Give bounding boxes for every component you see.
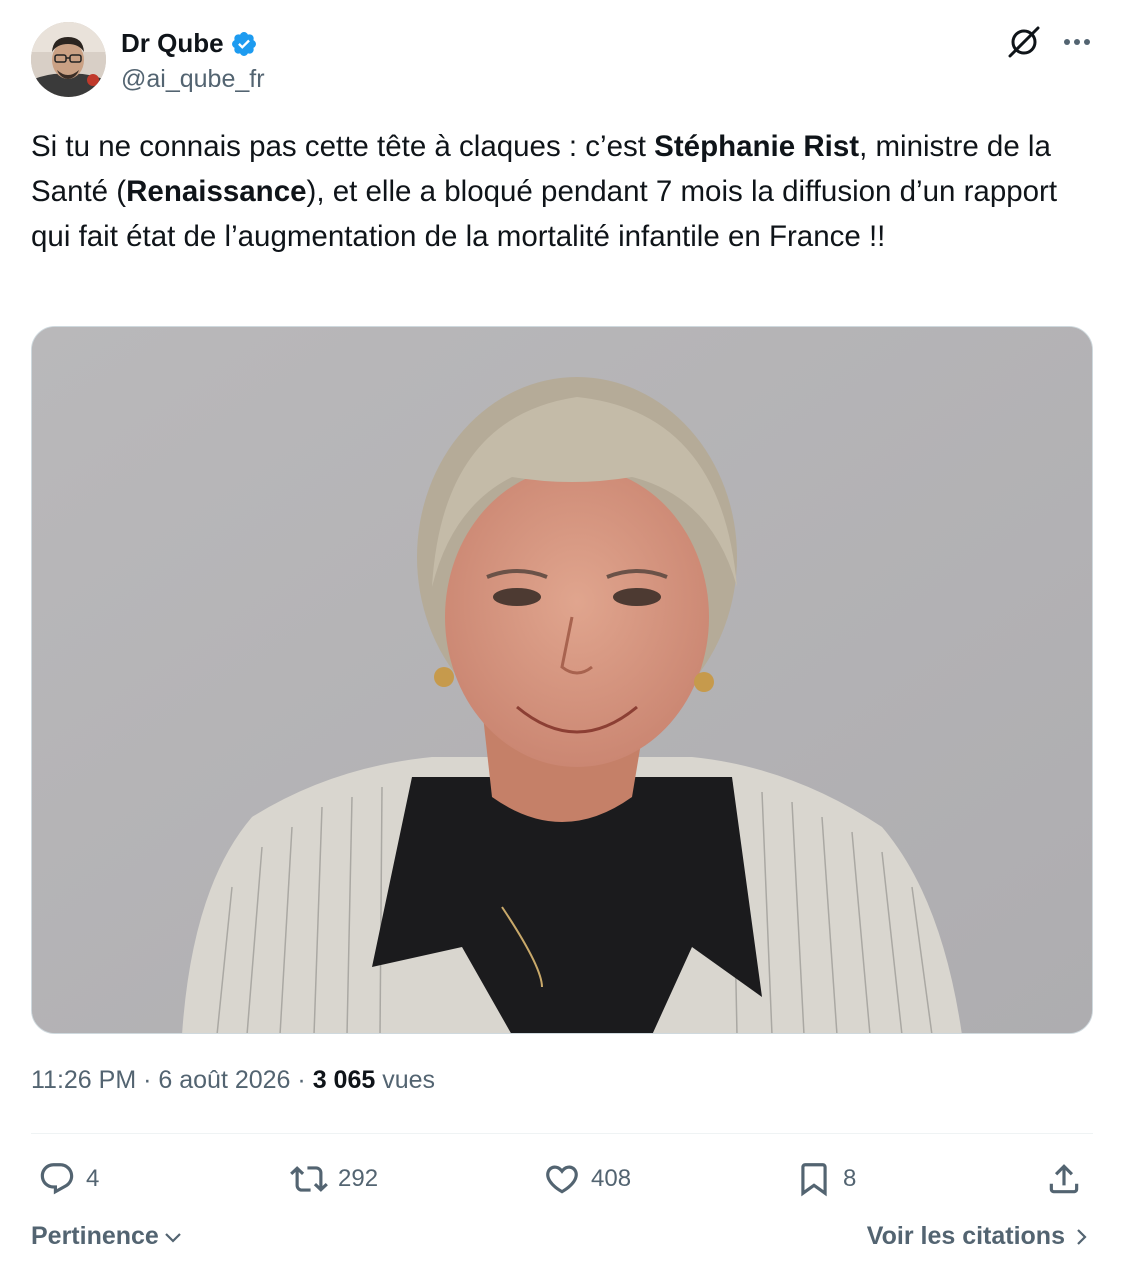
share-button[interactable] — [1045, 1156, 1083, 1202]
repost-icon — [290, 1166, 328, 1192]
chevron-right-icon — [1077, 1228, 1087, 1245]
meta-separator: · — [297, 1066, 306, 1094]
meta-separator: · — [143, 1066, 152, 1094]
sort-dropdown[interactable]: Pertinence — [31, 1222, 183, 1251]
divider — [31, 1133, 1093, 1134]
like-button[interactable]: 408 — [543, 1156, 631, 1202]
more-icon[interactable] — [1061, 24, 1093, 60]
verified-badge-icon — [231, 31, 256, 56]
tweet-text-part: Stéphanie Rist — [654, 130, 860, 163]
tweet-text-part: Si tu ne connais pas cette tête à claque… — [31, 130, 655, 163]
grok-icon[interactable] — [1006, 24, 1042, 60]
bookmark-icon — [801, 1163, 827, 1197]
sort-label: Pertinence — [31, 1222, 159, 1250]
tweet-date[interactable]: 6 août 2026 — [158, 1066, 290, 1094]
tweet-text-part: Renaissance — [126, 175, 307, 208]
tweet-meta: 11:26 PM · 6 août 2026 · 3 065 vues — [31, 1066, 435, 1095]
view-quotes-link[interactable]: Voir les citations — [867, 1222, 1089, 1251]
chevron-down-icon — [165, 1232, 181, 1243]
reply-icon — [40, 1163, 74, 1195]
like-count: 408 — [591, 1165, 632, 1192]
author-display-name[interactable]: Dr Qube — [121, 28, 224, 59]
tweet-photo[interactable] — [31, 326, 1093, 1034]
quotes-label: Voir les citations — [866, 1222, 1065, 1250]
author-avatar[interactable] — [31, 22, 106, 97]
views-count: 3 065 — [312, 1066, 376, 1094]
tweet-time[interactable]: 11:26 PM — [31, 1066, 136, 1094]
repost-count: 292 — [338, 1165, 379, 1192]
like-icon — [546, 1165, 578, 1194]
share-icon — [1049, 1164, 1079, 1194]
views-label: vues — [382, 1066, 436, 1094]
bookmark-count: 8 — [843, 1165, 857, 1192]
bookmark-button[interactable]: 8 — [795, 1156, 856, 1202]
reply-button[interactable]: 4 — [38, 1156, 99, 1202]
tweet-header: Dr Qube @ai_qube_fr — [31, 22, 1093, 100]
repost-button[interactable]: 292 — [290, 1156, 378, 1202]
reply-count: 4 — [86, 1165, 100, 1192]
author-handle[interactable]: @ai_qube_fr — [121, 65, 265, 94]
tweet-text: Si tu ne connais pas cette tête à claque… — [31, 124, 1093, 259]
